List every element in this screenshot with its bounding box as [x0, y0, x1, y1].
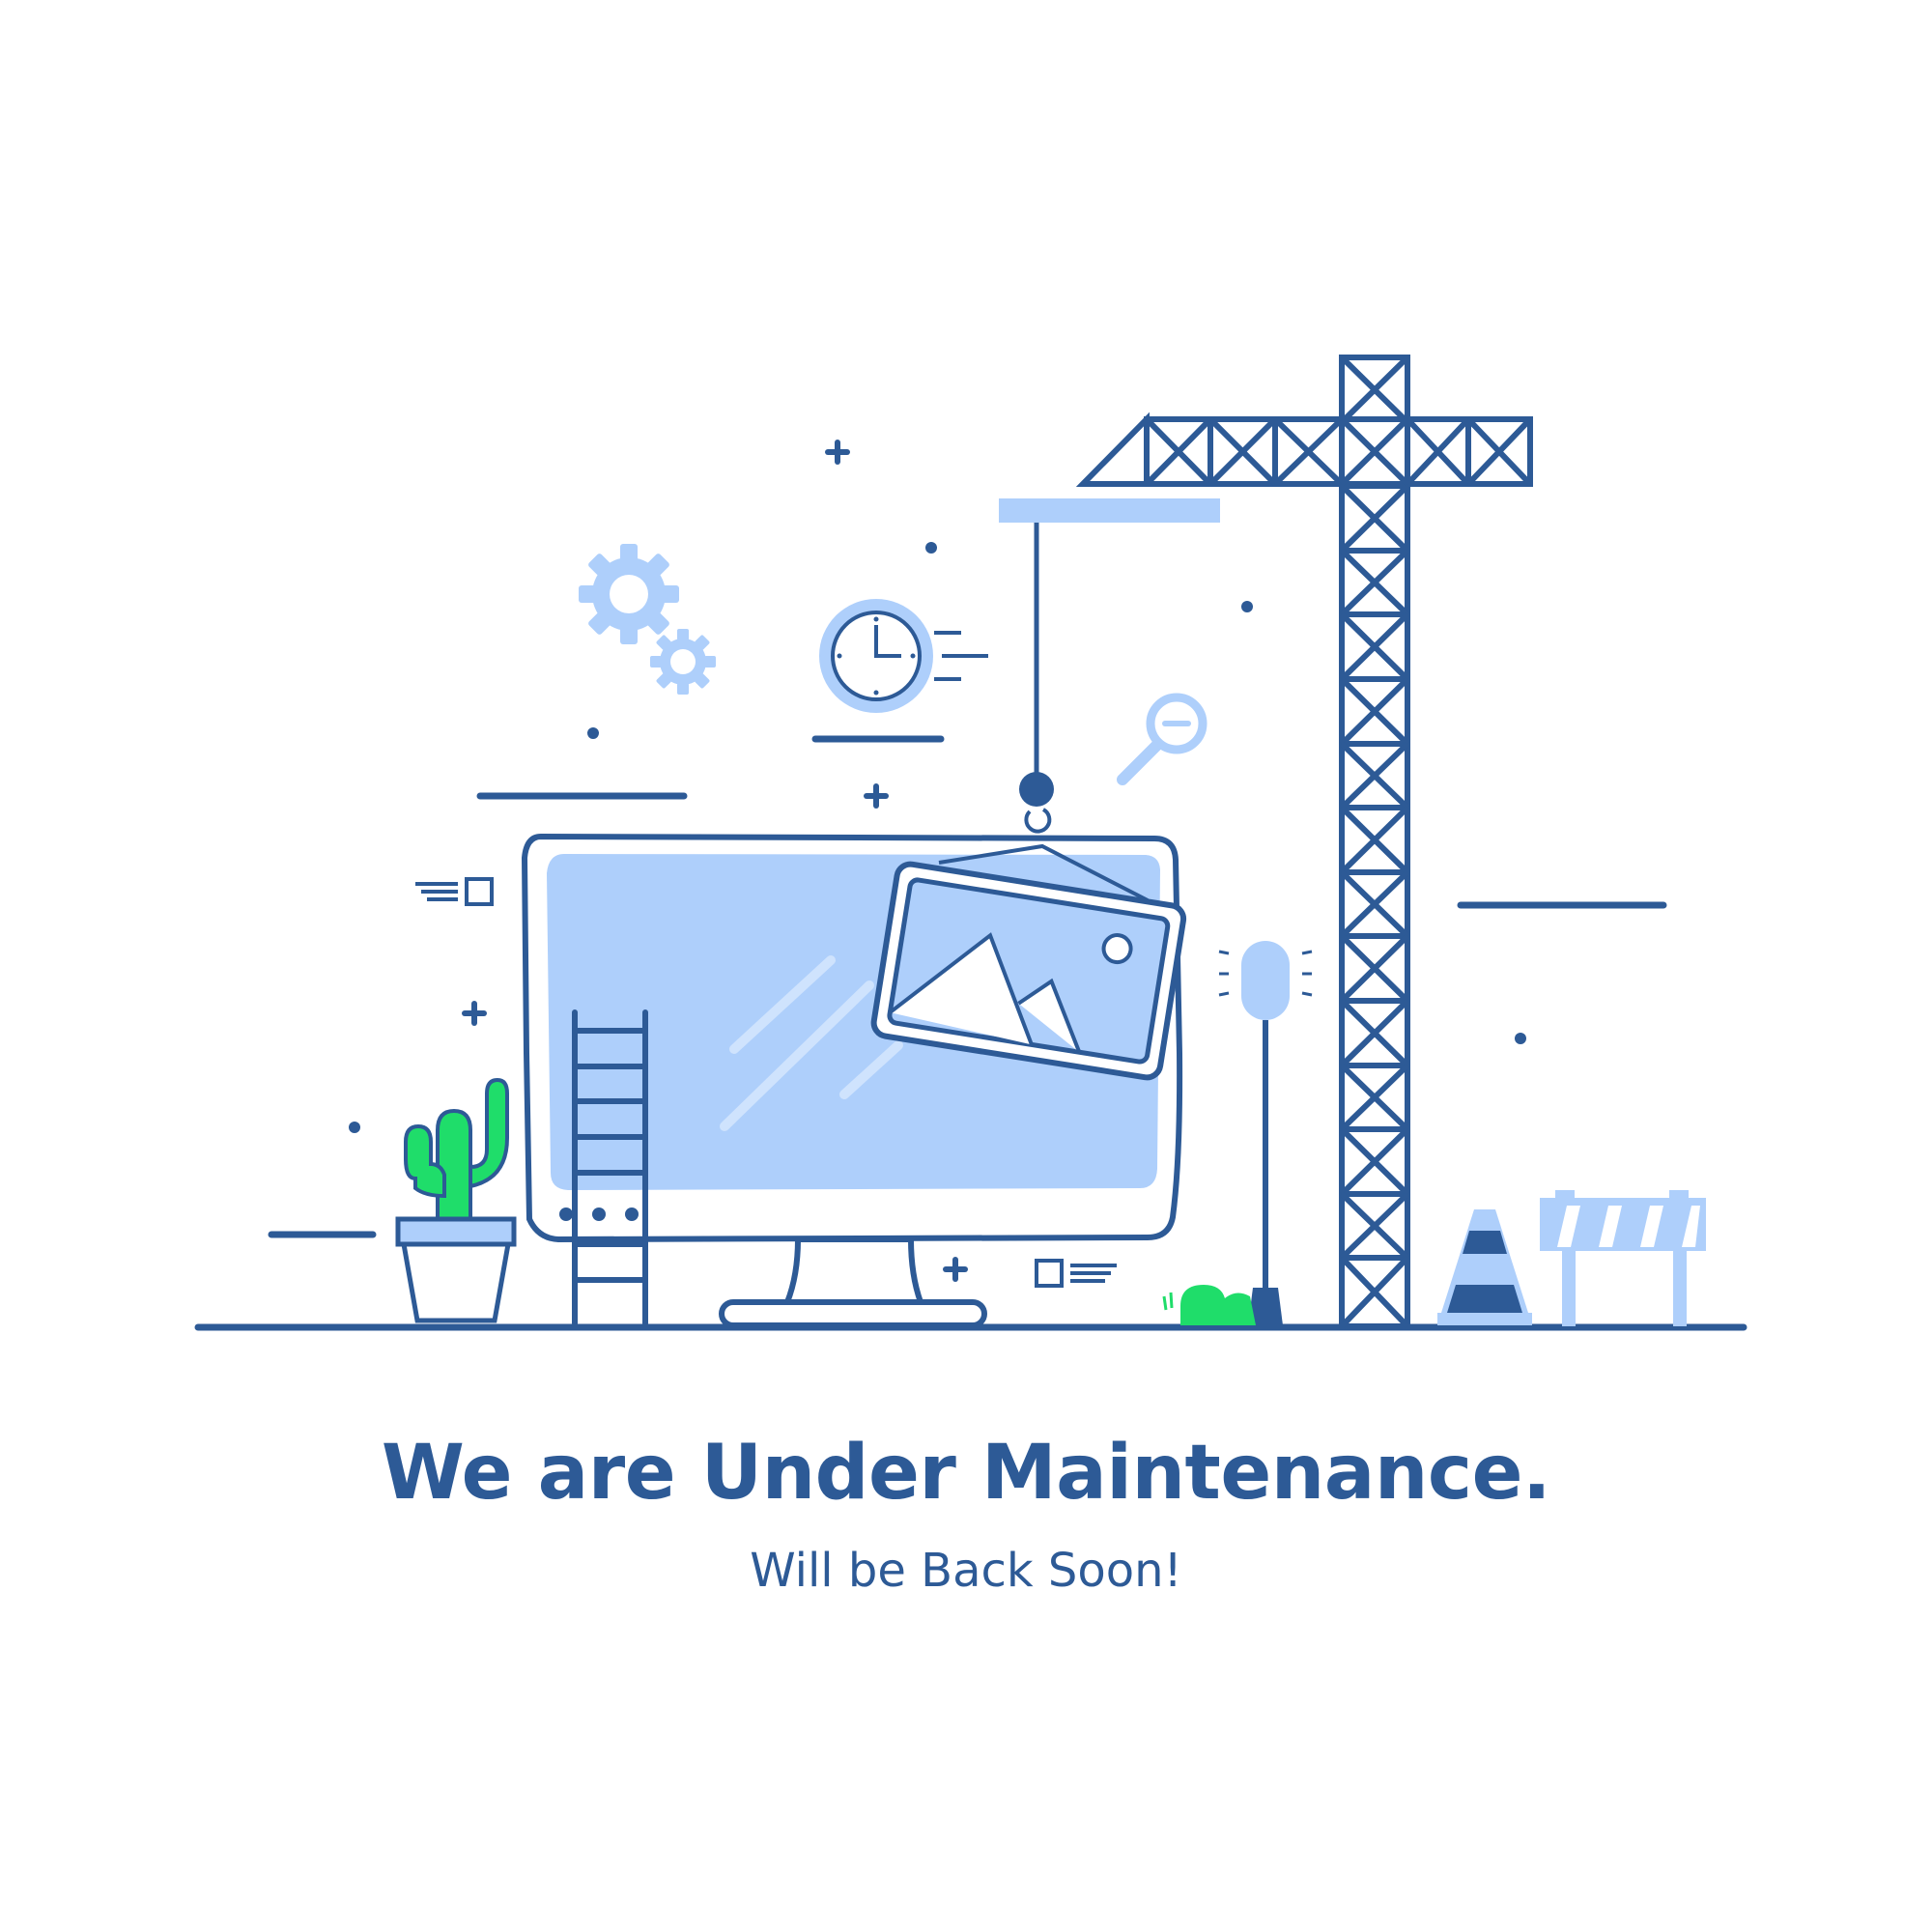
crane-jib	[1075, 412, 1533, 487]
cactus-icon	[395, 1077, 517, 1323]
maintenance-page: We are Under Maintenance. Will be Back S…	[0, 0, 1932, 1932]
road-barrier-icon	[1540, 1190, 1706, 1326]
magnifier-icon	[1117, 693, 1208, 785]
bush-icon	[1162, 1285, 1256, 1325]
gear-icon	[579, 544, 716, 695]
clock-icon	[819, 599, 988, 713]
street-lamp-icon	[1218, 941, 1313, 1325]
maintenance-title: We are Under Maintenance.	[381, 1430, 1551, 1517]
maintenance-subtitle: Will be Back Soon!	[750, 1544, 1182, 1598]
crane-trolley	[999, 498, 1220, 834]
maintenance-illustration	[194, 355, 1747, 1331]
motion-square-right	[1035, 1259, 1117, 1288]
traffic-cone-icon	[1437, 1209, 1532, 1325]
motion-square-left	[415, 877, 494, 906]
